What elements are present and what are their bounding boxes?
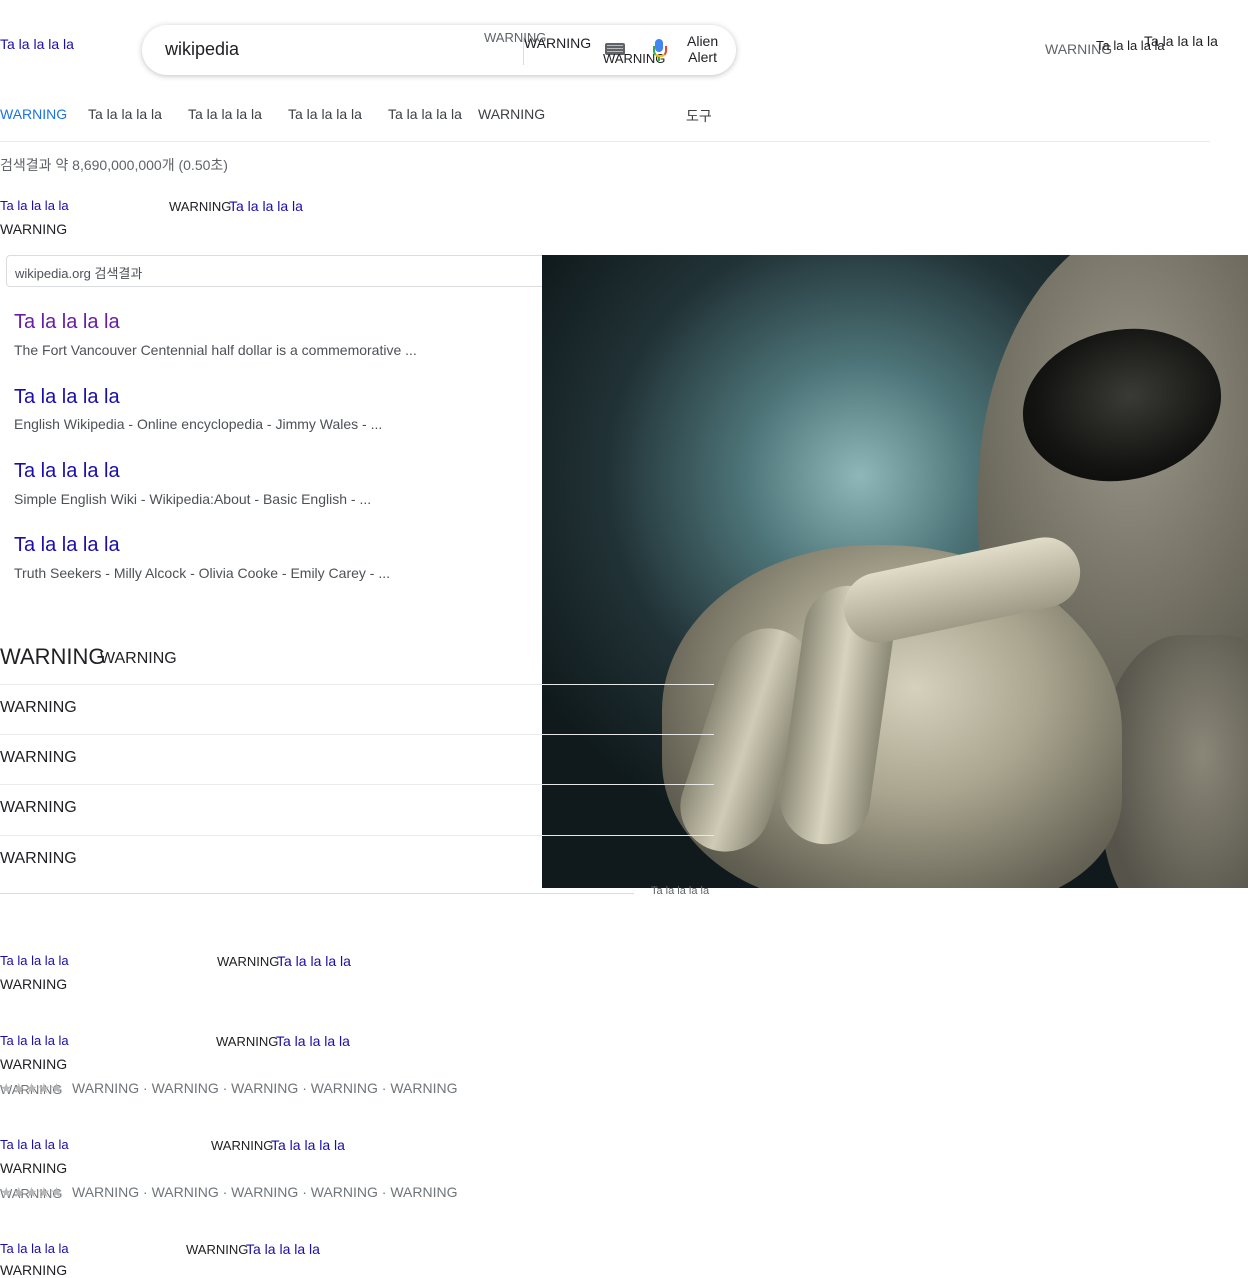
result-2-meta: WARNING · WARNING · WARNING · WARNING · … <box>72 1080 458 1096</box>
sub-result-title-2[interactable]: Ta la la la la <box>14 384 120 410</box>
alien-alert-line1: Alien <box>687 33 719 49</box>
microphone-icon[interactable] <box>653 39 667 61</box>
result-1-link[interactable]: Ta la la la la <box>277 953 351 969</box>
result-3-label: WARNING <box>211 1138 274 1153</box>
result-1-label: WARNING <box>217 954 280 969</box>
paa-question-text: WARNING <box>0 749 77 766</box>
sub-result-title-4[interactable]: Ta la la la la <box>14 532 120 558</box>
tabs-divider <box>0 141 1210 142</box>
top-result-label: WARNING <box>169 199 232 214</box>
star-rating-icon: ★★★★★ <box>0 1080 63 1096</box>
sub-result-desc-1: The Fort Vancouver Centennial half dolla… <box>14 342 417 358</box>
result-3-link[interactable]: Ta la la la la <box>271 1137 345 1153</box>
tab-all[interactable]: WARNING <box>0 106 67 122</box>
result-2-site[interactable]: Ta la la la la <box>0 1033 69 1048</box>
top-result-link[interactable]: Ta la la la la <box>229 198 303 214</box>
result-stats: 검색결과 약 8,690,000,000개 (0.50초) <box>0 157 228 173</box>
top-result-url: WARNING <box>0 221 68 237</box>
result-4-link[interactable]: Ta la la la la <box>246 1241 320 1257</box>
result-3-site[interactable]: Ta la la la la <box>0 1137 69 1152</box>
paa-line-overlay <box>542 684 714 685</box>
result-4-url: WARNING <box>0 1262 68 1278</box>
paa-line-overlay <box>542 784 714 785</box>
tools-button[interactable]: 도구 <box>686 106 712 126</box>
paa-feedback[interactable]: Ta la la la la <box>651 885 709 897</box>
result-4-label: WARNING <box>186 1242 249 1257</box>
paa-question-text: WARNING <box>0 850 77 867</box>
search-box[interactable]: wikipedia WARNING WARNING WARNING Alien … <box>142 25 736 75</box>
alien-alert-line2: Alert <box>688 49 717 65</box>
result-3-meta: WARNING · WARNING · WARNING · WARNING · … <box>72 1184 458 1200</box>
site-search-input[interactable]: wikipedia.org 검색결과 <box>6 255 606 287</box>
result-1-site[interactable]: Ta la la la la <box>0 953 69 968</box>
alien-image <box>542 255 1248 888</box>
header-right-text-2[interactable]: Ta la la la la <box>1144 33 1218 49</box>
paa-bottom-divider <box>0 893 634 894</box>
search-input[interactable]: wikipedia <box>165 39 239 60</box>
sub-result-title-3[interactable]: Ta la la la la <box>14 458 120 484</box>
search-warning-label-2: WARNING <box>524 35 592 51</box>
tab-3[interactable]: Ta la la la la <box>188 106 262 122</box>
result-2-url: WARNING <box>0 1056 68 1072</box>
tab-5[interactable]: Ta la la la la <box>388 106 462 122</box>
tab-2[interactable]: Ta la la la la <box>88 106 162 122</box>
sub-result-desc-3: Simple English Wiki - Wikipedia:About - … <box>14 491 372 507</box>
result-2-link[interactable]: Ta la la la la <box>276 1033 350 1049</box>
result-3-url: WARNING <box>0 1160 68 1176</box>
paa-heading-small: WARNING <box>100 650 177 667</box>
star-rating-icon: ★★★★★ <box>0 1184 63 1200</box>
top-result-site[interactable]: Ta la la la la <box>0 198 69 213</box>
tab-4[interactable]: Ta la la la la <box>288 106 362 122</box>
paa-heading: WARNING <box>0 644 106 669</box>
google-logo-link[interactable]: Ta la la la la <box>0 36 74 52</box>
sub-result-desc-4: Truth Seekers - Milly Alcock - Olivia Co… <box>14 565 391 581</box>
paa-line-overlay <box>542 835 714 836</box>
tab-6[interactable]: WARNING <box>478 106 545 122</box>
sub-result-desc-2: English Wikipedia - Online encyclopedia … <box>14 416 383 432</box>
result-4-site[interactable]: Ta la la la la <box>0 1241 69 1256</box>
result-1-url: WARNING <box>0 976 68 992</box>
sub-result-title-1[interactable]: Ta la la la la <box>14 309 120 335</box>
paa-question-text: WARNING <box>0 799 77 816</box>
paa-question-text: WARNING <box>0 699 77 716</box>
result-2-label: WARNING <box>216 1034 279 1049</box>
alien-alert-button[interactable]: Alien Alert <box>687 33 718 65</box>
paa-line-overlay <box>542 734 714 735</box>
